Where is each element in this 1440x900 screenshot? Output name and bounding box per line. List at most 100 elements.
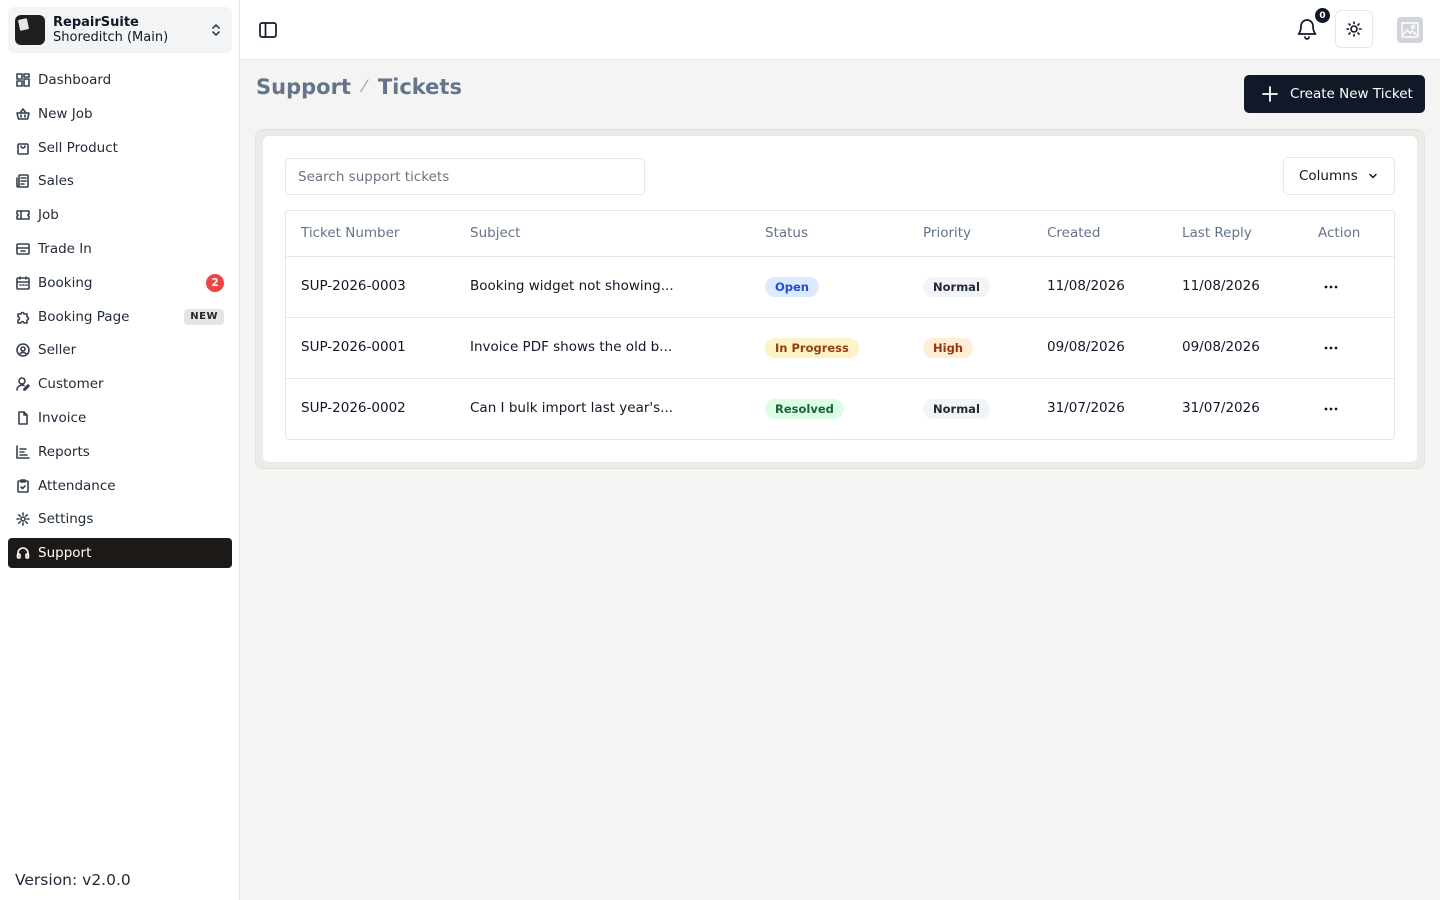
table-row[interactable]: SUP-2026-0003 Booking widget not showing… (286, 257, 1394, 318)
created-date: 11/08/2026 (1047, 278, 1125, 294)
at-icon (16, 343, 30, 358)
new-badge: NEW (184, 308, 224, 325)
sidebar-item-label: Booking (38, 274, 93, 291)
table-row[interactable]: SUP-2026-0001 Invoice PDF shows the old … (286, 318, 1394, 379)
column-header[interactable]: Status (765, 225, 808, 241)
sidebar-item-trade-in[interactable]: Trade In (8, 234, 232, 264)
archive-icon (16, 242, 30, 256)
sidebar-item-label: Reports (38, 443, 90, 460)
calendar-icon (16, 275, 30, 290)
ticket-icon (16, 208, 30, 222)
breadcrumb-separator: ⁄ (362, 77, 366, 97)
status-badge: Open (765, 277, 819, 297)
notification-count-badge: 0 (1315, 8, 1330, 23)
create-ticket-label: Create New Ticket (1290, 86, 1413, 102)
receipt-icon (16, 174, 30, 189)
sidebar-nav: Dashboard New Job Sell Product Sales Job… (8, 65, 232, 572)
file-icon (16, 411, 30, 425)
puzzle-icon (16, 310, 30, 324)
org-name: RepairSuite (53, 15, 139, 30)
sidebar-item-new-job[interactable]: New Job (8, 99, 232, 129)
ticket-number: SUP-2026-0003 (301, 278, 406, 294)
ticket-subject: Booking widget not showing... (470, 278, 674, 294)
more-actions-icon[interactable] (1318, 278, 1344, 296)
org-switcher[interactable]: RepairSuite Shoreditch (Main) (8, 7, 232, 53)
image-placeholder-icon (1401, 22, 1419, 38)
sidebar-item-sell-product[interactable]: Sell Product (8, 133, 232, 163)
ticket-subject: Invoice PDF shows the old b... (470, 339, 673, 355)
sidebar-item-label: Attendance (38, 477, 116, 494)
theme-toggle-button[interactable] (1335, 10, 1373, 48)
create-ticket-button[interactable]: Create New Ticket (1244, 75, 1425, 113)
sidebar: RepairSuite Shoreditch (Main) Dashboard … (0, 0, 240, 900)
sidebar-item-label: Dashboard (38, 72, 112, 88)
column-header[interactable]: Subject (470, 225, 520, 241)
sidebar-item-dashboard[interactable]: Dashboard (8, 65, 232, 95)
sidebar-item-support[interactable]: Support (8, 538, 232, 569)
columns-button[interactable]: Columns (1283, 157, 1395, 195)
search-input[interactable] (285, 158, 645, 195)
org-branch: Shoreditch (Main) (53, 30, 169, 45)
ticket-number: SUP-2026-0002 (301, 400, 406, 416)
sidebar-item-label: Support (38, 545, 92, 562)
org-logo (15, 15, 45, 45)
created-date: 31/07/2026 (1047, 400, 1125, 416)
clipboard-check-icon (16, 478, 30, 493)
sidebar-item-label: Customer (38, 376, 104, 393)
table-row[interactable]: SUP-2026-0002 Can I bulk import last yea… (286, 379, 1394, 440)
sidebar-item-label: Seller (38, 342, 77, 359)
sidebar-item-booking-page[interactable]: Booking Page NEW (8, 302, 232, 332)
gear-icon (16, 512, 30, 527)
sidebar-item-attendance[interactable]: Attendance (8, 471, 232, 501)
avatar[interactable] (1397, 17, 1423, 43)
column-header: Action (1318, 225, 1361, 241)
booking-count-badge: 2 (206, 273, 224, 292)
sidebar-item-label: Job (38, 207, 59, 224)
last-reply-date: 09/08/2026 (1182, 339, 1260, 355)
sidebar-item-settings[interactable]: Settings (8, 504, 232, 534)
priority-badge: Normal (923, 277, 990, 297)
sidebar-item-label: Trade In (38, 240, 92, 257)
sidebar-item-seller[interactable]: Seller (8, 335, 232, 365)
sidebar-item-customer[interactable]: Customer (8, 369, 232, 399)
status-badge: Resolved (765, 399, 844, 419)
created-date: 09/08/2026 (1047, 339, 1125, 355)
chevron-down-icon (1368, 173, 1377, 179)
sidebar-item-invoice[interactable]: Invoice (8, 403, 232, 433)
chart-icon (16, 444, 30, 459)
basket-icon (16, 107, 30, 121)
column-header[interactable]: Created (1047, 225, 1100, 241)
sidebar-item-booking[interactable]: Booking 2 (8, 268, 232, 298)
dashboard-icon (16, 73, 30, 87)
sun-icon (1346, 21, 1362, 37)
sidebar-item-sales[interactable]: Sales (8, 166, 232, 196)
sidebar-item-label: New Job (38, 105, 93, 122)
more-actions-icon[interactable] (1318, 339, 1344, 357)
more-actions-icon[interactable] (1318, 400, 1344, 418)
sidebar-item-label: Booking Page (38, 308, 130, 325)
sidebar-item-label: Settings (38, 511, 94, 528)
sidebar-item-label: Invoice (38, 409, 87, 426)
bag-icon (16, 141, 30, 155)
column-header[interactable]: Priority (923, 225, 971, 241)
sidebar-item-label: Sell Product (38, 139, 118, 156)
bell-icon[interactable] (1295, 17, 1319, 41)
sidebar-item-reports[interactable]: Reports (8, 437, 232, 467)
tickets-table: Ticket Number Subject Status Priority Cr… (285, 210, 1395, 440)
last-reply-date: 31/07/2026 (1182, 400, 1260, 416)
columns-label: Columns (1299, 168, 1358, 184)
user-pen-icon (16, 377, 30, 391)
ticket-subject: Can I bulk import last year's... (470, 400, 674, 416)
status-badge: In Progress (765, 338, 859, 358)
ticket-number: SUP-2026-0001 (301, 339, 406, 355)
column-header[interactable]: Ticket Number (301, 225, 399, 241)
column-header[interactable]: Last Reply (1182, 225, 1252, 241)
last-reply-date: 11/08/2026 (1182, 278, 1260, 294)
table-header: Ticket Number Subject Status Priority Cr… (286, 211, 1394, 257)
priority-badge: High (923, 338, 973, 358)
sidebar-item-job[interactable]: Job (8, 200, 232, 230)
sidebar-item-label: Sales (38, 173, 74, 190)
breadcrumb-parent[interactable]: Support (256, 75, 351, 99)
sidebar-toggle-icon[interactable] (257, 19, 279, 41)
breadcrumb: Support ⁄ Tickets (256, 75, 462, 99)
